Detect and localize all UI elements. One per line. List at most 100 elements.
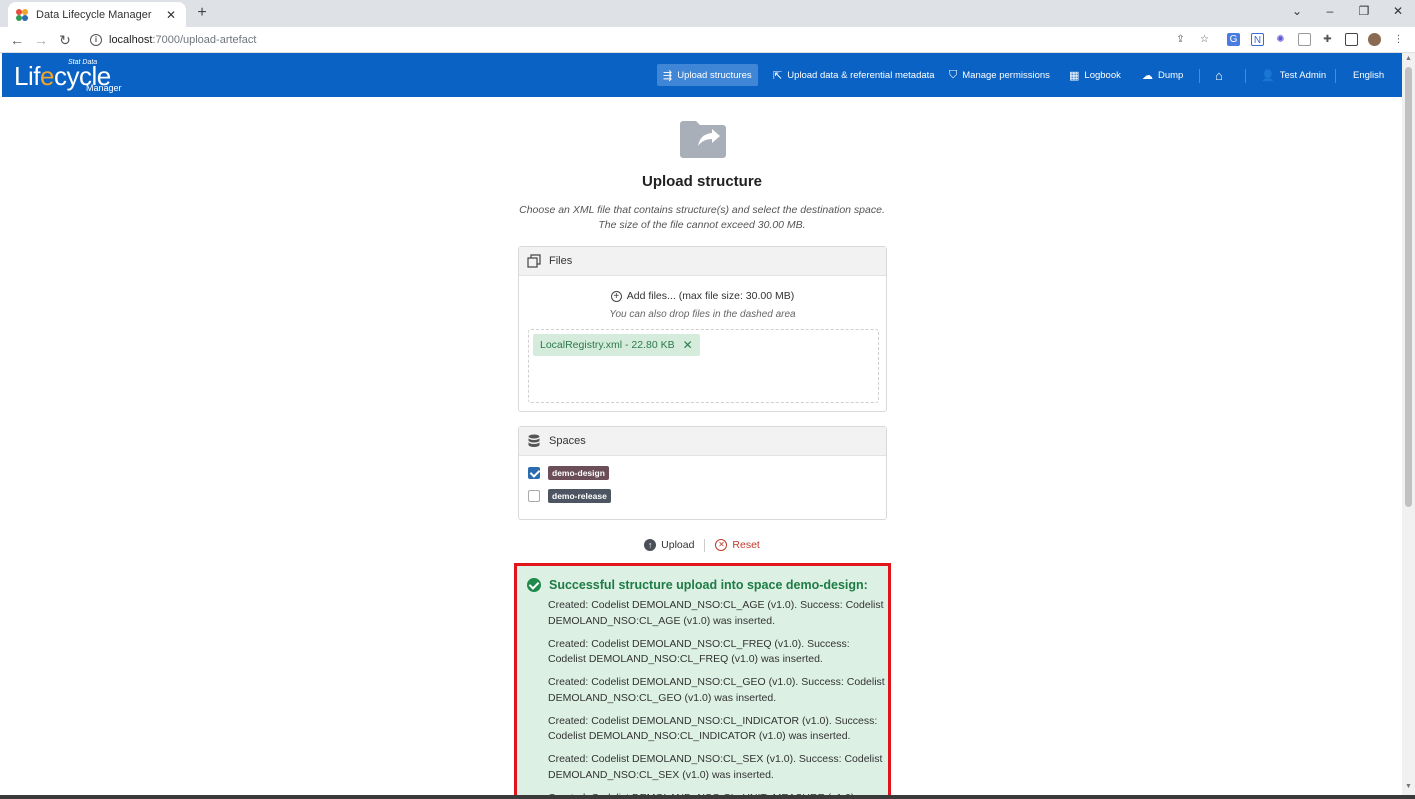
scroll-down-icon[interactable]: ▼ <box>1404 783 1413 790</box>
url-path: :7000/upload-artefact <box>152 34 257 46</box>
bookmark-star-icon[interactable]: ☆ <box>1198 33 1211 46</box>
upload-button[interactable]: ↑ Upload <box>634 538 704 552</box>
spaces-panel-header: Spaces <box>519 427 886 456</box>
close-tab-icon[interactable]: ✕ <box>164 8 178 22</box>
spaces-panel: Spaces demo-design demo-release <box>518 426 887 520</box>
nav-logbook[interactable]: ▦ Logbook <box>1063 64 1127 86</box>
side-panel-icon[interactable] <box>1345 33 1358 46</box>
copy-files-icon <box>527 254 541 268</box>
upload-result-panel: Successful structure upload into space d… <box>514 563 891 799</box>
spaces-panel-title: Spaces <box>549 435 586 447</box>
space-checkbox[interactable] <box>528 490 540 502</box>
arrow-up-circle-icon: ↑ <box>644 539 657 551</box>
files-panel-header: Files <box>519 247 886 276</box>
back-icon[interactable]: ← <box>8 31 26 49</box>
shield-icon: ⛉ <box>949 68 958 81</box>
scroll-up-icon[interactable]: ▲ <box>1404 55 1413 62</box>
language-label: English <box>1353 69 1385 81</box>
selected-file-chip: LocalRegistry.xml - 22.80 KB ✕ <box>533 334 700 356</box>
reset-button[interactable]: ✕ Reset <box>705 538 769 552</box>
external-upload-icon: ⇱ <box>773 69 783 82</box>
result-message: Created: Codelist DEMOLAND_NSO:CL_SEX (v… <box>548 753 883 781</box>
space-tag: demo-design <box>548 466 609 480</box>
browser-tab[interactable]: Data Lifecycle Manager ✕ <box>8 2 186 27</box>
result-message: Created: Codelist DEMOLAND_NSO:CL_INDICA… <box>548 714 878 743</box>
upload-label: Upload <box>661 539 695 551</box>
user-icon: 👤 <box>1261 69 1275 82</box>
browser-tabstrip: Data Lifecycle Manager ✕ + ⌄ – ❐ ✕ <box>0 0 1415 27</box>
minimize-icon[interactable]: – <box>1320 4 1340 18</box>
reload-icon[interactable]: ↻ <box>56 31 74 49</box>
browser-toolbar: ← → ↻ i localhost:7000/upload-artefact ⇪… <box>0 27 1415 53</box>
nav-logbook-label: Logbook <box>1084 69 1121 81</box>
nav-separator <box>1245 69 1246 83</box>
forward-icon[interactable]: → <box>32 31 50 49</box>
nav-manage-permissions[interactable]: ⛉ Manage permissions <box>943 64 1056 86</box>
extensions-puzzle-icon[interactable]: ✚ <box>1321 33 1334 46</box>
close-window-icon[interactable]: ✕ <box>1388 4 1408 18</box>
nav-upload-structures[interactable]: ⇶ Upload structures <box>657 64 758 86</box>
files-panel: Files + Add files... (max file size: 30.… <box>518 246 887 412</box>
nav-separator <box>1335 69 1336 83</box>
app-navbar: Stat Data Lifecycle Manager ⇶ Upload str… <box>2 53 1402 97</box>
add-files-button[interactable]: + Add files... (max file size: 30.00 MB) <box>519 290 886 302</box>
window-bottom-edge <box>0 795 1415 799</box>
share-icon[interactable]: ⇪ <box>1174 33 1187 46</box>
result-title: Successful structure upload into space d… <box>549 578 868 592</box>
result-header: Successful structure upload into space d… <box>527 578 868 592</box>
language-selector[interactable]: English <box>1347 64 1390 86</box>
result-message: Created: Codelist DEMOLAND_NSO:CL_FREQ (… <box>548 637 850 666</box>
result-message: Created: Codelist DEMOLAND_NSO:CL_GEO (v… <box>548 676 885 704</box>
tab-title: Data Lifecycle Manager <box>36 8 152 21</box>
nav-manage-permissions-label: Manage permissions <box>962 69 1050 81</box>
nav-separator <box>1199 69 1200 83</box>
restore-icon[interactable]: ❐ <box>1354 4 1374 18</box>
nav-upload-data[interactable]: ⇱ Upload data & referential metadata <box>767 64 941 86</box>
tab-search-icon[interactable]: ⌄ <box>1287 4 1307 18</box>
check-circle-icon <box>527 578 541 592</box>
nav-user[interactable]: 👤 Test Admin <box>1255 64 1332 86</box>
form-actions: ↑ Upload ✕ Reset <box>0 538 1404 552</box>
result-message: Created: Codelist DEMOLAND_NSO:CL_AGE (v… <box>548 599 884 627</box>
file-drop-zone[interactable]: LocalRegistry.xml - 22.80 KB ✕ <box>528 329 879 403</box>
space-checkbox[interactable] <box>528 467 540 479</box>
database-icon <box>528 434 540 447</box>
nav-dump[interactable]: ☁ Dump <box>1136 64 1189 86</box>
space-option-demo-release[interactable]: demo-release <box>528 488 611 504</box>
profile-avatar-icon[interactable] <box>1368 33 1381 46</box>
menu-kebab-icon[interactable]: ⋮ <box>1392 33 1405 46</box>
files-panel-title: Files <box>549 255 573 267</box>
plus-circle-icon: + <box>610 290 622 302</box>
gear-extension-icon[interactable]: ✺ <box>1274 33 1287 46</box>
page-description-line2: The size of the file cannot exceed 30.00… <box>598 219 806 231</box>
nav-user-label: Test Admin <box>1279 69 1327 81</box>
remove-file-icon[interactable]: ✕ <box>683 338 693 352</box>
new-tab-icon[interactable]: + <box>193 4 211 22</box>
calendar-icon: ▦ <box>1069 69 1080 82</box>
page-scrollbar[interactable]: ▲ ▼ <box>1402 53 1415 795</box>
address-bar[interactable]: i localhost:7000/upload-artefact <box>84 30 1164 50</box>
brand-bottom-text: Manager <box>86 83 122 93</box>
translate-extension-icon[interactable]: G <box>1227 33 1240 46</box>
nav-upload-data-label: Upload data & referential metadata <box>787 69 935 81</box>
nav-dump-label: Dump <box>1158 69 1184 81</box>
home-icon[interactable]: ⌂ <box>1209 64 1229 86</box>
site-info-icon[interactable]: i <box>90 34 102 46</box>
scrollbar-thumb[interactable] <box>1405 67 1412 507</box>
space-option-demo-design[interactable]: demo-design <box>528 465 609 481</box>
folder-upload-icon <box>680 121 726 158</box>
cloud-upload-icon: ☁ <box>1142 69 1153 82</box>
space-tag: demo-release <box>548 489 611 503</box>
brand-logo[interactable]: Stat Data Lifecycle Manager <box>14 58 122 93</box>
upload-structures-icon: ⇶ <box>663 69 673 82</box>
page-description-line1: Choose an XML file that contains structu… <box>519 204 885 216</box>
selected-file-label: LocalRegistry.xml - 22.80 KB <box>540 339 675 351</box>
n-extension-icon[interactable]: N <box>1251 33 1264 46</box>
reset-label: Reset <box>732 539 760 551</box>
nav-upload-structures-label: Upload structures <box>677 69 752 81</box>
url-host: localhost <box>109 34 153 46</box>
document-extension-icon[interactable] <box>1298 33 1311 46</box>
app-favicon-icon <box>16 8 28 21</box>
x-circle-icon: ✕ <box>715 539 728 551</box>
add-files-label: Add files... (max file size: 30.00 MB) <box>626 290 795 302</box>
